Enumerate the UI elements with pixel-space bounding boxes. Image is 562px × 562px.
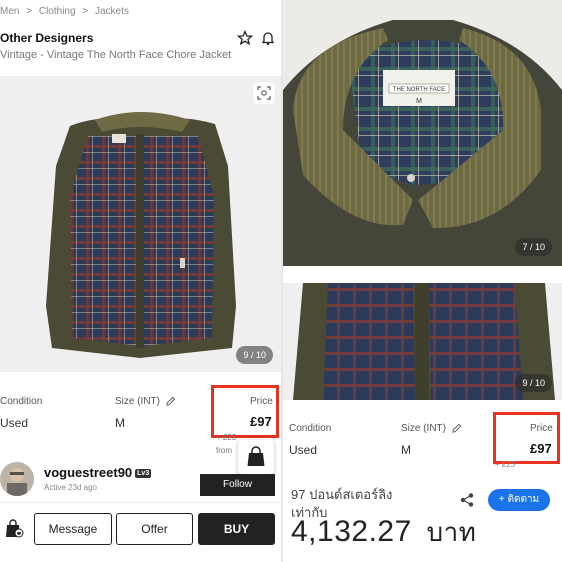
shipping-cost: + £23 xyxy=(216,433,237,442)
breadcrumb-separator: > xyxy=(82,6,89,17)
conversion-amount: 4,132.27 xyxy=(291,515,412,548)
message-button[interactable]: Message xyxy=(34,513,112,545)
breadcrumb-men[interactable]: Men xyxy=(0,6,19,17)
jacket-photo[interactable]: 9 / 10 xyxy=(283,283,562,400)
product-photo[interactable]: 9 / 10 xyxy=(0,76,281,372)
breadcrumb-separator: > xyxy=(26,6,33,17)
conversion-currency: บาท xyxy=(426,517,477,547)
size-label-text: Size (INT) xyxy=(401,423,446,435)
image-counter-bottom: 9 / 10 xyxy=(515,374,552,392)
condition-value: Used xyxy=(289,443,318,457)
add-to-bag-button[interactable] xyxy=(238,440,274,474)
breadcrumb-jackets[interactable]: Jackets xyxy=(95,6,129,17)
bag-icon xyxy=(247,446,265,466)
collar-photo[interactable]: THE NORTH FACE M 7 / 10 xyxy=(283,0,562,266)
bag-lock-icon[interactable] xyxy=(4,517,24,539)
follow-translate-button[interactable]: + ติดตาม xyxy=(488,489,550,511)
shipping-cost: + £23 xyxy=(495,460,516,469)
price-highlight-box xyxy=(493,412,560,464)
size-value: M xyxy=(401,443,411,457)
image-counter: 9 / 10 xyxy=(236,346,273,364)
condition-value: Used xyxy=(0,416,29,430)
collar-image: THE NORTH FACE M xyxy=(283,0,562,266)
seller-avatar[interactable] xyxy=(0,462,34,496)
bell-icon[interactable] xyxy=(260,30,276,46)
image-counter-top: 7 / 10 xyxy=(515,238,552,256)
listing-panel-right: THE NORTH FACE M 7 / 10 9 / 10 Condition… xyxy=(283,0,562,562)
offer-button[interactable]: Offer xyxy=(116,513,193,545)
breadcrumb: Men > Clothing > Jackets xyxy=(0,6,133,17)
buy-button[interactable]: BUY xyxy=(198,513,275,545)
seller-name-text: voguestreet90 xyxy=(44,465,133,480)
listing-panel-left: Men > Clothing > Jackets Other Designers… xyxy=(0,0,281,562)
star-icon[interactable] xyxy=(237,30,253,46)
brand-label-size: M xyxy=(416,98,422,105)
item-title: Vintage - Vintage The North Face Chore J… xyxy=(0,49,232,61)
pencil-icon[interactable] xyxy=(165,396,176,407)
visual-search-icon[interactable] xyxy=(253,82,275,104)
size-label-text: Size (INT) xyxy=(115,396,160,408)
pencil-icon[interactable] xyxy=(451,423,462,434)
designer-name[interactable]: Other Designers xyxy=(0,31,93,45)
conversion-result: 4,132.27 บาท xyxy=(291,512,476,553)
condition-label: Condition xyxy=(0,396,43,407)
size-value: M xyxy=(115,416,125,430)
follow-button[interactable]: Follow xyxy=(200,474,275,496)
brand-label-text: THE NORTH FACE xyxy=(393,87,445,93)
size-label: Size (INT) xyxy=(401,423,462,434)
seller-level-badge: Lv3 xyxy=(135,469,152,479)
seller-name[interactable]: voguestreet90 Lv3 xyxy=(44,465,152,480)
jacket-image xyxy=(46,112,236,358)
size-label: Size (INT) xyxy=(115,396,176,407)
condition-label: Condition xyxy=(289,423,332,434)
breadcrumb-clothing[interactable]: Clothing xyxy=(39,6,76,17)
share-icon[interactable] xyxy=(459,492,475,508)
shipping-from: from xyxy=(216,446,232,455)
action-bar: Message Offer BUY xyxy=(0,502,281,562)
seller-activity: Active 23d ago xyxy=(44,483,97,492)
price-highlight-box xyxy=(211,385,279,438)
